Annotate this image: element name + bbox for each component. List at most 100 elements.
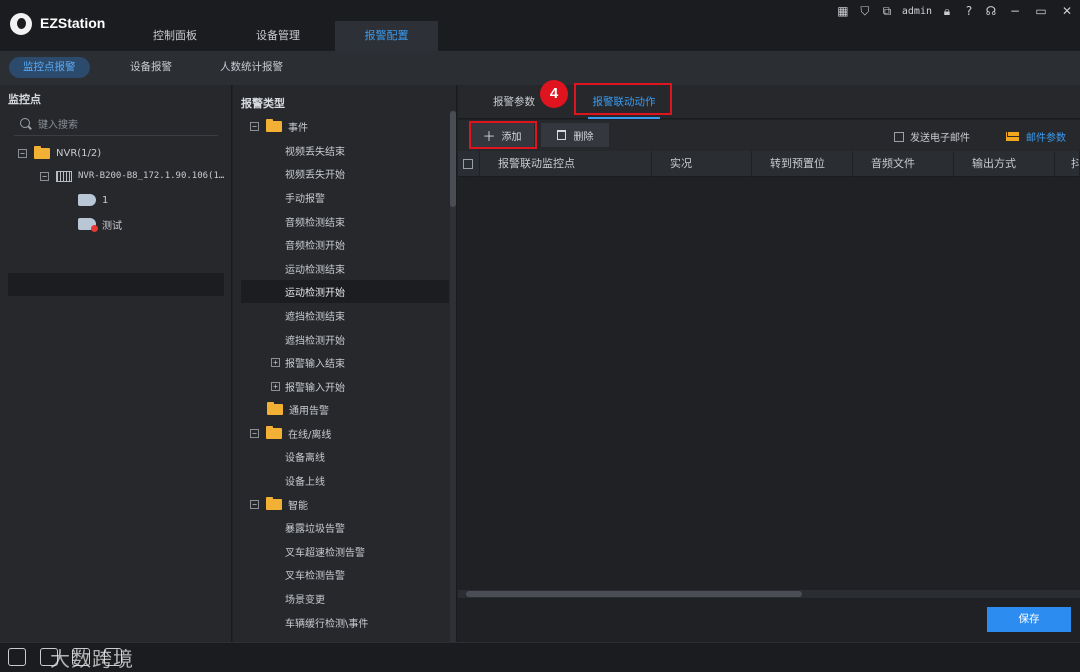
delete-button-label: 删除 [573,131,594,143]
alarm-type-scroll-thumb[interactable] [450,111,456,207]
lock-icon[interactable]: 🔒︎ [936,1,958,21]
alarm-group-smart[interactable]: − 智能 [241,493,449,516]
subtab-channel-alarm[interactable]: 监控点报警 [9,57,90,78]
step-badge: 4 [540,80,568,108]
window-tools: ▦ ⛉ ⧉ admin 🔒︎ ? ☊ − ▭ ✕ [832,0,1080,22]
alarm-item[interactable]: 设备上线 [241,469,449,492]
layout-icon[interactable]: ⧉ [876,1,898,21]
table-hscroll-thumb[interactable] [466,591,802,597]
alarm-item[interactable]: 音频检测结束 [241,210,449,233]
tree-item-nvr-device[interactable]: − NVR-B200-B8_172.1.90.106(1… [40,165,224,187]
alarm-group-online-offline[interactable]: − 在线/离线 [241,422,449,445]
alarm-item[interactable]: 叉车超速检测告警 [241,540,449,563]
help-icon[interactable]: ? [958,1,980,21]
column-header[interactable]: 音频文件 [853,150,954,177]
alarm-item[interactable]: 音频检测开始 [241,233,449,256]
linkage-panel: 报警参数 报警联动动作 4 ＋ 添加 删除 发送电子邮件 邮件参数 报警联动监控… [458,80,1080,642]
folder-icon [266,497,282,510]
collapse-icon[interactable]: − [250,122,259,131]
alarm-group-event[interactable]: − 事件 [241,115,449,138]
alarm-type-title: 报警类型 [241,97,285,110]
alarm-group-label: 在线/离线 [288,430,332,441]
subtab-people-count-alarm[interactable]: 人数统计报警 [206,57,297,78]
alarm-group-input-start[interactable]: + 报警输入开始 [241,375,449,398]
column-header[interactable]: 输出方式 [954,150,1055,177]
alarm-group-input-end[interactable]: + 报警输入结束 [241,351,449,374]
headset-icon[interactable]: ☊ [980,1,1002,21]
send-email-label: 发送电子邮件 [910,133,970,144]
column-header[interactable]: 转到预置位 [752,150,853,177]
tab-alarm-linkage[interactable]: 报警联动动作 [582,85,666,119]
alarm-item-selected[interactable]: 运动检测开始 [241,280,449,303]
tree-item-label: NVR-B200-B8_172.1.90.106(1… [78,171,225,181]
column-header[interactable]: 报警联动监控点 [480,150,652,177]
camera-icon [78,194,96,206]
delete-button[interactable]: 删除 [541,123,609,147]
maximize-icon[interactable]: ▭ [1028,1,1054,21]
tab-alarm-params[interactable]: 报警参数 [480,85,548,119]
folder-icon [34,145,50,159]
alarm-item[interactable]: 暴露垃圾告警 [241,516,449,539]
mail-params-link[interactable]: 邮件参数 [1006,129,1066,144]
sub-nav: 监控点报警 设备报警 人数统计报警 [0,51,1080,85]
alarm-group-label: 事件 [288,123,308,134]
table-header: 报警联动监控点 实况 转到预置位 音频文件 输出方式 抖 [458,150,1080,177]
alarm-item[interactable]: 遮挡检测结束 [241,304,449,327]
tab-device-management[interactable]: 设备管理 [240,21,316,51]
alarm-item[interactable]: 视频丢失开始 [241,162,449,185]
collapse-icon[interactable]: − [40,171,49,181]
tab-control-panel[interactable]: 控制面板 [137,21,213,51]
collapse-icon[interactable]: − [250,500,259,509]
column-header[interactable]: 实况 [652,150,752,177]
minimize-icon[interactable]: − [1002,1,1028,21]
alarm-item[interactable]: 场景变更 [241,587,449,610]
folder-icon [266,119,282,132]
folder-icon [266,426,282,439]
expand-icon[interactable]: + [271,382,280,391]
trash-icon [556,130,566,140]
collapse-icon[interactable]: − [250,429,259,438]
close-icon[interactable]: ✕ [1054,1,1080,21]
tree-item-label: NVR(1/2) [56,147,102,159]
tree-item-label: 测试 [102,220,122,232]
alarm-group-general[interactable]: 通用告警 [241,398,449,421]
subtab-device-alarm[interactable]: 设备报警 [116,57,186,78]
status-bar: 大数跨境 [0,642,1080,672]
shirt-icon[interactable]: ⛉ [854,1,876,21]
grid-icon[interactable]: ▦ [832,1,854,21]
camera-offline-icon [78,218,98,232]
alarm-item[interactable]: 设备离线 [241,445,449,468]
alarm-item[interactable]: 运动检测结束 [241,257,449,280]
tree-item-nvr-group[interactable]: − NVR(1/2) [18,142,101,164]
mail-params-label: 邮件参数 [1026,133,1066,144]
select-all-checkbox[interactable] [458,150,480,177]
alarm-item[interactable]: 手动报警 [241,186,449,209]
alarm-group-label: 报警输入结束 [285,359,345,370]
checkbox[interactable] [463,158,473,169]
alarm-item[interactable]: 车辆缓行检测\事件 [241,611,449,634]
tree-item-camera-1[interactable]: 1 [78,189,108,211]
send-email-checkbox[interactable]: 发送电子邮件 [894,129,970,144]
alarm-item[interactable]: 视频丢失结束 [241,139,449,162]
alarm-item[interactable]: 叉车检测告警 [241,563,449,586]
title-bar: EZStation 控制面板 设备管理 报警配置 ▦ ⛉ ⧉ admin 🔒︎ … [0,0,1080,51]
mail-icon [1006,132,1019,141]
table-hscrollbar[interactable] [458,590,1080,598]
alarm-icon[interactable] [8,648,26,666]
folder-icon [267,402,283,415]
tree-item-camera-test[interactable]: 测试 [78,213,122,235]
add-button-label: 添加 [501,131,522,143]
expand-icon[interactable]: + [271,358,280,367]
save-button[interactable]: 保存 [987,607,1071,632]
alarm-item[interactable]: 遮挡检测开始 [241,328,449,351]
tab-alarm-config[interactable]: 报警配置 [335,21,438,51]
selected-row-highlight [8,273,224,296]
search-input[interactable] [38,116,208,134]
collapse-icon[interactable]: − [18,148,27,158]
add-button[interactable]: ＋ 添加 [470,123,534,147]
checkbox[interactable] [894,131,904,142]
user-name[interactable]: admin [898,6,936,17]
column-header[interactable]: 抖 [1055,150,1080,177]
watermark: 大数跨境 [50,647,134,671]
alarm-group-label: 报警输入开始 [285,383,345,394]
